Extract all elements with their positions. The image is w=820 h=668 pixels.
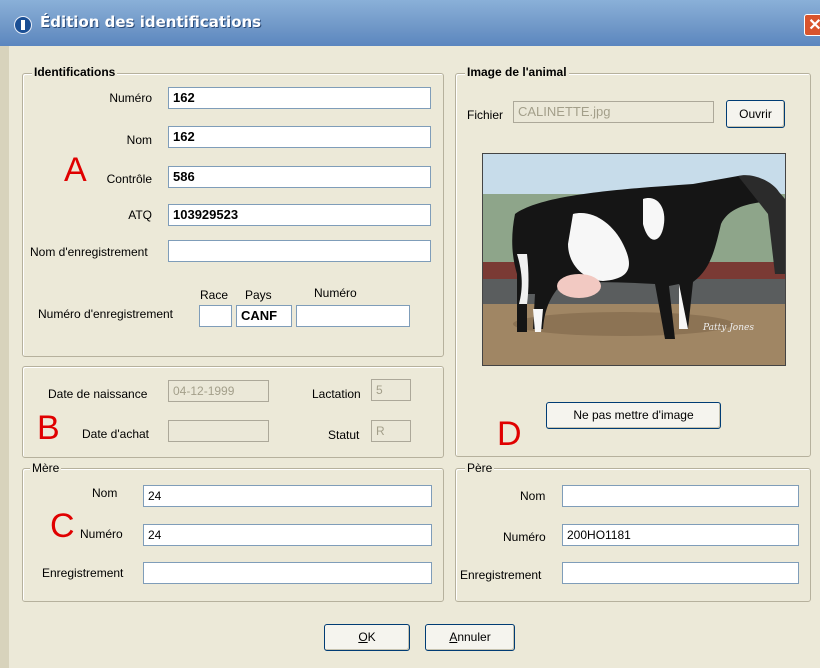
mere-nom-label: Nom [92,486,118,500]
pere-enregistrement-label: Enregistrement [460,568,542,582]
pere-numero-label: Numéro [503,530,546,544]
nom-enregistrement-field[interactable] [168,240,431,262]
identifications-legend: Identifications [32,65,118,79]
numero-enregistrement-label: Numéro d'enregistrement [38,307,174,321]
atq-field[interactable]: 103929523 [168,204,431,226]
app-icon [14,16,32,34]
statut-label: Statut [328,428,360,442]
pere-nom-label: Nom [520,489,546,503]
numero-label: Numéro [109,91,152,105]
pere-nom-field[interactable] [562,485,799,507]
ouvrir-button[interactable]: Ouvrir [726,100,785,128]
ok-button[interactable]: OK [324,624,410,651]
date-achat-label: Date d'achat [82,427,150,441]
mere-enregistrement-label: Enregistrement [42,566,124,580]
lactation-field: 5 [371,379,411,401]
nom-label: Nom [126,133,152,147]
left-border [0,46,9,668]
close-button[interactable]: ✕ [804,14,820,36]
statut-field: R [371,420,411,442]
cow-photo-graphic: Patty Jones [483,154,785,365]
mere-enregistrement-field[interactable] [143,562,432,584]
mere-numero-label: Numéro [80,527,123,541]
pays-label: Pays [245,288,272,302]
date-naissance-label: Date de naissance [48,387,148,401]
date-naissance-field: 04-12-1999 [168,380,269,402]
controle-field[interactable]: 586 [168,166,431,188]
annuler-label-rest: nnuler [457,630,491,644]
pere-legend: Père [465,461,495,475]
photo-watermark: Patty Jones [702,323,754,333]
annotation-c: C [50,507,75,545]
pere-enregistrement-field[interactable] [562,562,799,584]
animal-photo: Patty Jones [482,153,786,366]
ok-label-rest: K [367,630,376,644]
reg-numero-label: Numéro [314,286,357,300]
image-legend: Image de l'animal [465,65,569,79]
annotation-a: A [64,151,87,189]
race-field[interactable] [199,305,232,327]
mere-legend: Mère [30,461,62,475]
window-title: Édition des identifications [40,13,262,31]
mere-nom-field[interactable]: 24 [143,485,432,507]
atq-label: ATQ [128,208,152,222]
annotation-b: B [37,409,60,447]
race-label: Race [200,288,229,302]
nom-enregistrement-label: Nom d'enregistrement [30,245,148,259]
annotation-d: D [497,415,522,453]
pays-field[interactable]: CANF [236,305,292,327]
mere-numero-field[interactable]: 24 [143,524,432,546]
lactation-label: Lactation [312,387,361,401]
date-achat-field [168,420,269,442]
annuler-button[interactable]: Annuler [425,624,515,651]
reg-numero-field[interactable] [296,305,410,327]
ok-mnemonic: O [358,630,368,644]
no-image-button[interactable]: Ne pas mettre d'image [546,402,721,429]
fichier-field: CALINETTE.jpg [513,101,714,123]
pere-numero-field[interactable]: 200HO1181 [562,524,799,546]
numero-field[interactable]: 162 [168,87,431,109]
controle-label: Contrôle [106,172,152,186]
fichier-label: Fichier [467,108,504,122]
nom-field[interactable]: 162 [168,126,431,148]
